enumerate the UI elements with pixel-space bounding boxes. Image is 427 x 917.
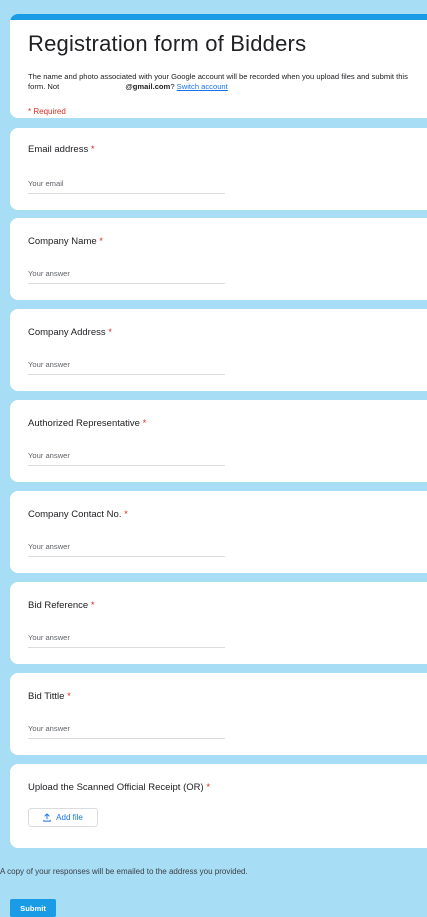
question-text: Email address (28, 144, 89, 155)
upload-icon (43, 813, 51, 822)
authorized-representative-input[interactable] (28, 448, 225, 466)
question-card-company-name: Company Name * (10, 218, 427, 300)
contact-no-input[interactable] (28, 539, 225, 557)
company-address-input[interactable] (28, 357, 225, 375)
switch-account-link[interactable]: Switch account (177, 82, 228, 91)
form-header-card: Registration form of Bidders The name an… (10, 14, 427, 118)
question-label: Upload the Scanned Official Receipt (OR)… (28, 782, 210, 793)
required-note: * Required (28, 107, 66, 116)
question-text: Bid Tittle (28, 691, 65, 702)
question-label: Email address * (28, 144, 95, 155)
question-label: Bid Reference * (28, 600, 95, 611)
question-card-bid-title: Bid Tittle * (10, 673, 427, 755)
question-label: Bid Tittle * (28, 691, 71, 702)
question-mark: ? (170, 81, 175, 91)
question-card-upload: Upload the Scanned Official Receipt (OR)… (10, 764, 427, 848)
required-star: * (90, 600, 95, 611)
question-card-bid-reference: Bid Reference * (10, 582, 427, 664)
question-card-email: Email address * (10, 128, 427, 210)
form-title: Registration form of Bidders (28, 31, 307, 56)
question-label: Company Address * (28, 327, 112, 338)
copy-notice: A copy of your responses will be emailed… (0, 867, 248, 876)
question-label: Company Contact No. * (28, 509, 128, 520)
form-description: The name and photo associated with your … (28, 72, 424, 91)
add-file-label: Add file (56, 813, 83, 822)
question-text: Bid Reference (28, 600, 89, 611)
required-star: * (124, 509, 128, 520)
question-label: Authorized Representative * (28, 418, 146, 429)
header-accent-bar (10, 14, 427, 20)
question-text: Company Address (28, 327, 106, 338)
question-card-contact-no: Company Contact No. * (10, 491, 427, 573)
required-star: * (99, 236, 103, 247)
required-star: * (142, 418, 147, 429)
bid-reference-input[interactable] (28, 630, 225, 648)
question-card-authorized-representative: Authorized Representative * (10, 400, 427, 482)
question-label: Company Name * (28, 236, 103, 247)
question-text: Upload the Scanned Official Receipt (OR) (28, 782, 204, 793)
question-text: Authorized Representative (28, 418, 140, 429)
account-email: @gmail.com (125, 81, 171, 91)
required-star: * (90, 144, 95, 155)
required-star: * (108, 327, 112, 338)
submit-button[interactable]: Submit (10, 899, 56, 917)
company-name-input[interactable] (28, 266, 225, 284)
add-file-button[interactable]: Add file (28, 808, 98, 827)
question-card-company-address: Company Address * (10, 309, 427, 391)
bid-title-input[interactable] (28, 721, 225, 739)
question-text: Company Name (28, 236, 97, 247)
question-text: Company Contact No. (28, 509, 122, 520)
required-star: * (206, 782, 211, 793)
required-star: * (67, 691, 71, 702)
email-input[interactable] (28, 176, 225, 194)
